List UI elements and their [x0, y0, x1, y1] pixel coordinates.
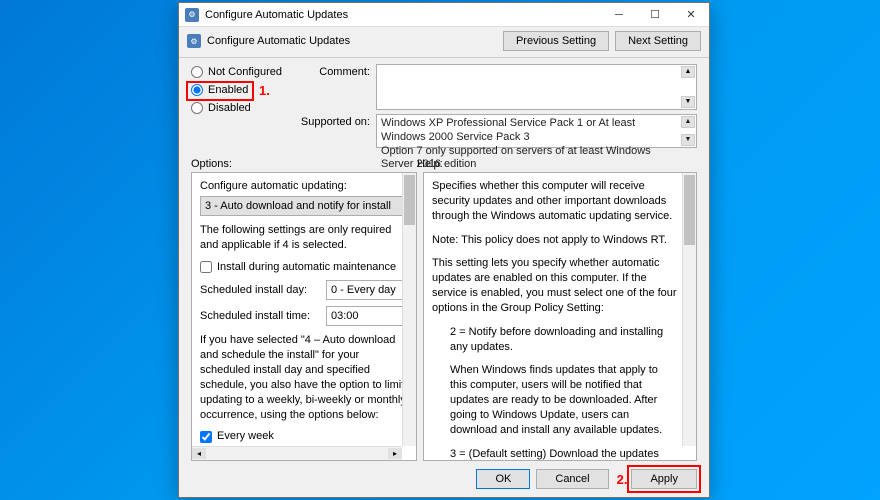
scheduled-time-label: Scheduled install time:	[200, 309, 320, 324]
help-p2: Note: This policy does not apply to Wind…	[432, 233, 678, 248]
options-hscrollbar[interactable]: ◂ ▸	[192, 446, 402, 460]
configure-updating-label: Configure automatic updating:	[200, 179, 412, 194]
help-panel: Specifies whether this computer will rec…	[423, 172, 697, 461]
help-opt2-desc: When Windows finds updates that apply to…	[432, 363, 678, 437]
supported-on-text: Windows XP Professional Service Pack 1 o…	[381, 117, 678, 172]
comment-scroll[interactable]: ▲▼	[681, 66, 695, 108]
install-maintenance-checkbox[interactable]: Install during automatic maintenance	[200, 260, 412, 275]
help-p1: Specifies whether this computer will rec…	[432, 179, 678, 224]
state-area: Not Configured Enabled 1. Disabled Comme…	[179, 64, 709, 154]
previous-setting-button[interactable]: Previous Setting	[503, 31, 609, 51]
state-radio-group: Not Configured Enabled 1. Disabled	[191, 64, 282, 148]
options-explain: If you have selected "4 – Auto download …	[200, 333, 410, 422]
supported-scroll[interactable]: ▲▼	[681, 116, 695, 146]
comment-label: Comment:	[290, 64, 370, 78]
panels: Configure automatic updating: 3 - Auto d…	[179, 172, 709, 461]
help-opt2: 2 = Notify before downloading and instal…	[432, 325, 678, 355]
options-panel: Configure automatic updating: 3 - Auto d…	[191, 172, 417, 461]
apply-button[interactable]: Apply	[631, 469, 697, 489]
scheduled-day-select[interactable]: 0 - Every day	[326, 280, 412, 300]
annotation-1: 1.	[259, 83, 270, 98]
comment-textarea[interactable]: ▲▼	[376, 64, 697, 110]
radio-enabled-label: Enabled	[208, 84, 248, 96]
comment-supported-area: Comment: ▲▼ Supported on: Windows XP Pro…	[290, 64, 697, 148]
policy-header: ⚙ Configure Automatic Updates Previous S…	[179, 27, 709, 55]
app-icon: ⚙	[185, 8, 199, 22]
maximize-button[interactable]: ☐	[637, 3, 673, 27]
gpo-policy-dialog: ⚙ Configure Automatic Updates ─ ☐ ✕ ⚙ Co…	[178, 2, 710, 498]
cancel-button[interactable]: Cancel	[536, 469, 608, 489]
every-week-label: Every week	[217, 429, 274, 444]
configure-updating-value: 3 - Auto download and notify for install	[205, 200, 391, 212]
install-maintenance-label: Install during automatic maintenance	[217, 260, 396, 275]
supported-on-box: Windows XP Professional Service Pack 1 o…	[376, 114, 697, 148]
radio-disabled-input[interactable]	[191, 102, 203, 114]
every-week-checkbox[interactable]: Every week	[200, 429, 412, 444]
close-button[interactable]: ✕	[673, 3, 709, 27]
radio-not-configured-label: Not Configured	[208, 66, 282, 78]
policy-icon: ⚙	[187, 34, 201, 48]
radio-not-configured[interactable]: Not Configured	[191, 66, 282, 78]
scheduled-day-value: 0 - Every day	[331, 283, 396, 298]
help-p3: This setting lets you specify whether au…	[432, 256, 678, 315]
radio-enabled[interactable]: Enabled 1.	[191, 84, 282, 96]
titlebar[interactable]: ⚙ Configure Automatic Updates ─ ☐ ✕	[179, 3, 709, 27]
radio-not-configured-input[interactable]	[191, 66, 203, 78]
every-week-input[interactable]	[200, 431, 212, 443]
radio-disabled[interactable]: Disabled	[191, 102, 282, 114]
options-vscrollbar[interactable]	[402, 173, 416, 446]
policy-title: Configure Automatic Updates	[207, 35, 497, 47]
scheduled-time-value: 03:00	[331, 309, 359, 324]
annotation-2: 2.	[617, 472, 628, 487]
options-note: The following settings are only required…	[200, 223, 410, 253]
scheduled-day-label: Scheduled install day:	[200, 283, 320, 298]
configure-updating-select[interactable]: 3 - Auto download and notify for install	[200, 196, 410, 216]
ok-button[interactable]: OK	[476, 469, 530, 489]
supported-label: Supported on:	[290, 114, 370, 128]
help-opt3: 3 = (Default setting) Download the updat…	[432, 447, 678, 461]
scheduled-time-select[interactable]: 03:00 ▾	[326, 306, 412, 326]
dialog-footer: OK Cancel 2. Apply	[179, 461, 709, 497]
next-setting-button[interactable]: Next Setting	[615, 31, 701, 51]
divider	[179, 57, 709, 58]
radio-enabled-input[interactable]	[191, 84, 203, 96]
help-vscrollbar[interactable]	[682, 173, 696, 446]
radio-disabled-label: Disabled	[208, 102, 251, 114]
window-title: Configure Automatic Updates	[205, 9, 601, 21]
install-maintenance-input[interactable]	[200, 261, 212, 273]
minimize-button[interactable]: ─	[601, 3, 637, 27]
